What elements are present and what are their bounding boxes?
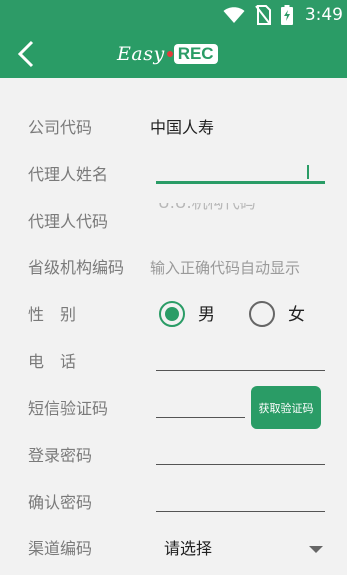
gender-female-radio[interactable] bbox=[249, 299, 279, 329]
agent-code-label: 代理人代码 bbox=[28, 212, 109, 231]
wifi-icon bbox=[223, 7, 245, 23]
channel-code-label: 渠道编码 bbox=[28, 539, 93, 558]
confirm-password-label: 确认密码 bbox=[28, 493, 93, 512]
company-code-value: 中国人寿 bbox=[150, 118, 215, 137]
radio-selected-icon bbox=[159, 301, 185, 327]
logo-easy-text: Easy bbox=[117, 43, 165, 65]
province-code-label: 省级机构编码 bbox=[28, 258, 125, 277]
login-password-row: 登录密码 bbox=[0, 433, 347, 479]
agent-name-input[interactable] bbox=[150, 152, 330, 198]
agent-code-row: 代理人代码 U.U.机构代码 bbox=[0, 199, 347, 245]
agent-code-input[interactable]: U.U.机构代码 bbox=[158, 203, 326, 221]
company-code-row: 公司代码 中国人寿 bbox=[0, 105, 347, 151]
app-logo: Easy REC bbox=[117, 42, 218, 66]
agent-name-row: 代理人姓名 bbox=[0, 152, 347, 198]
logo-rec-text: REC bbox=[173, 44, 218, 64]
agent-name-label: 代理人姓名 bbox=[28, 165, 109, 184]
company-code-label: 公司代码 bbox=[28, 118, 93, 137]
channel-code-select[interactable]: 请选择 bbox=[150, 526, 340, 572]
phone-input[interactable] bbox=[150, 339, 330, 385]
back-button[interactable] bbox=[8, 36, 44, 72]
sms-code-input[interactable] bbox=[150, 386, 245, 432]
dropdown-arrow-icon bbox=[309, 546, 323, 553]
sms-code-label: 短信验证码 bbox=[28, 399, 109, 418]
registration-form: 公司代码 中国人寿 代理人姓名 代理人代码 U.U.机构代码 省级机构编码 输入… bbox=[0, 78, 347, 575]
confirm-password-row: 确认密码 bbox=[0, 480, 347, 526]
gender-label: 性 别 bbox=[28, 305, 77, 324]
gender-row: 性 别 男 女 bbox=[0, 292, 347, 338]
chevron-left-icon bbox=[17, 40, 34, 68]
no-sim-icon bbox=[255, 5, 271, 25]
confirm-password-input[interactable] bbox=[150, 480, 330, 526]
agent-name-underline bbox=[156, 181, 325, 184]
sms-code-row: 短信验证码 获取验证码 bbox=[0, 386, 347, 432]
logo-dot-icon bbox=[166, 51, 173, 57]
province-code-row: 省级机构编码 输入正确代码自动显示 bbox=[0, 245, 347, 291]
status-time: 3:49 bbox=[304, 5, 343, 25]
phone-row: 电 话 bbox=[0, 339, 347, 385]
login-password-label: 登录密码 bbox=[28, 446, 93, 465]
gender-male-label[interactable]: 男 bbox=[198, 292, 215, 338]
login-password-underline bbox=[156, 464, 325, 465]
app-bar: Easy REC bbox=[0, 30, 347, 78]
confirm-password-underline bbox=[156, 511, 325, 512]
channel-code-row: 渠道编码 请选择 bbox=[0, 526, 347, 572]
gender-female-label[interactable]: 女 bbox=[288, 292, 305, 338]
get-sms-code-button[interactable]: 获取验证码 bbox=[251, 386, 321, 429]
battery-charging-icon bbox=[280, 5, 293, 25]
status-icons: 3:49 bbox=[223, 0, 343, 30]
gender-male-radio[interactable] bbox=[159, 299, 189, 329]
radio-unselected-icon bbox=[249, 301, 275, 327]
channel-code-selected: 请选择 bbox=[164, 539, 213, 558]
province-code-hint: 输入正确代码自动显示 bbox=[150, 259, 301, 277]
phone-label: 电 话 bbox=[28, 352, 77, 371]
phone-underline bbox=[156, 370, 325, 371]
login-password-input[interactable] bbox=[150, 433, 330, 479]
sms-code-underline bbox=[156, 417, 245, 418]
text-cursor bbox=[307, 165, 309, 179]
agent-code-placeholder: U.U.机构代码 bbox=[158, 203, 326, 213]
status-bar: 3:49 bbox=[0, 0, 347, 30]
